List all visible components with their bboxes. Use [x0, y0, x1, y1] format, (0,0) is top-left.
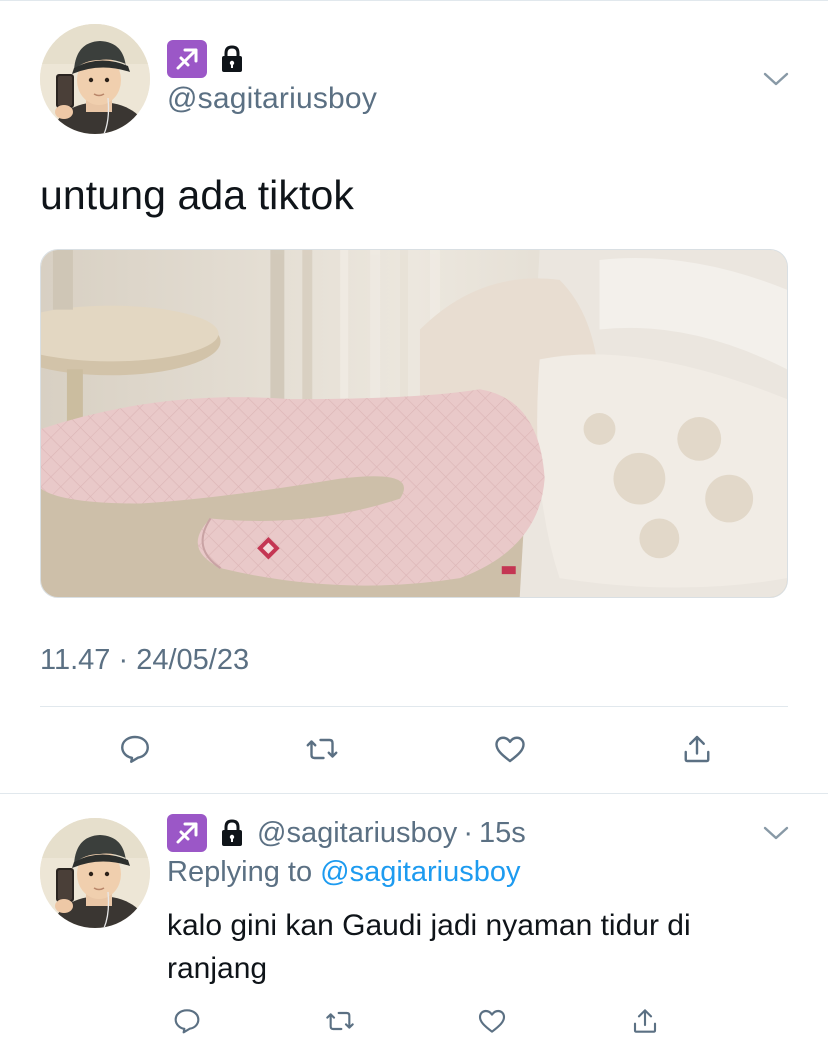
reply-actions [166, 1000, 666, 1042]
reply-icon[interactable] [166, 1000, 208, 1042]
sagittarius-icon [167, 814, 207, 852]
sagittarius-icon [167, 40, 207, 78]
lock-icon [217, 817, 247, 849]
share-icon[interactable] [676, 728, 718, 770]
like-icon[interactable] [489, 728, 531, 770]
tweet-timestamp[interactable]: 11.47 · 24/05/23 [40, 644, 249, 677]
separator-dot: · [463, 816, 473, 849]
reply-tweet: @sagitariusboy · 15s Replying to @sagita… [0, 794, 828, 1054]
photo-pillow [41, 250, 787, 597]
retweet-icon[interactable] [301, 728, 343, 770]
avatar[interactable] [40, 818, 150, 928]
avatar-photo [40, 818, 150, 928]
user-handle[interactable]: @sagitariusboy [257, 817, 457, 850]
main-tweet: @sagitariusboy untung ada tiktok 11.47 ·… [0, 0, 828, 793]
retweet-icon[interactable] [319, 1000, 361, 1042]
reply-text: kalo gini kan Gaudi jadi nyaman tidur di… [167, 909, 691, 985]
reply-icon[interactable] [114, 728, 156, 770]
share-icon[interactable] [624, 1000, 666, 1042]
tweet-actions [114, 728, 718, 770]
chevron-down-icon[interactable] [762, 824, 790, 842]
chevron-down-icon[interactable] [762, 70, 790, 88]
like-icon[interactable] [471, 1000, 513, 1042]
divider [40, 706, 788, 707]
badge-row [167, 40, 247, 78]
reply-header: @sagitariusboy · 15s [167, 814, 526, 852]
lock-icon [217, 43, 247, 75]
mention-link[interactable]: @sagitariusboy [320, 856, 520, 888]
avatar-photo [40, 24, 150, 134]
user-handle[interactable]: @sagitariusboy [167, 82, 377, 116]
tweet-text: untung ada tiktok [40, 172, 354, 218]
replying-prefix: Replying to [167, 856, 313, 888]
tweet-media-image[interactable] [40, 249, 788, 598]
reply-timestamp[interactable]: 15s [479, 817, 526, 850]
replying-to-line: Replying to @sagitariusboy [167, 856, 520, 889]
avatar[interactable] [40, 24, 150, 134]
